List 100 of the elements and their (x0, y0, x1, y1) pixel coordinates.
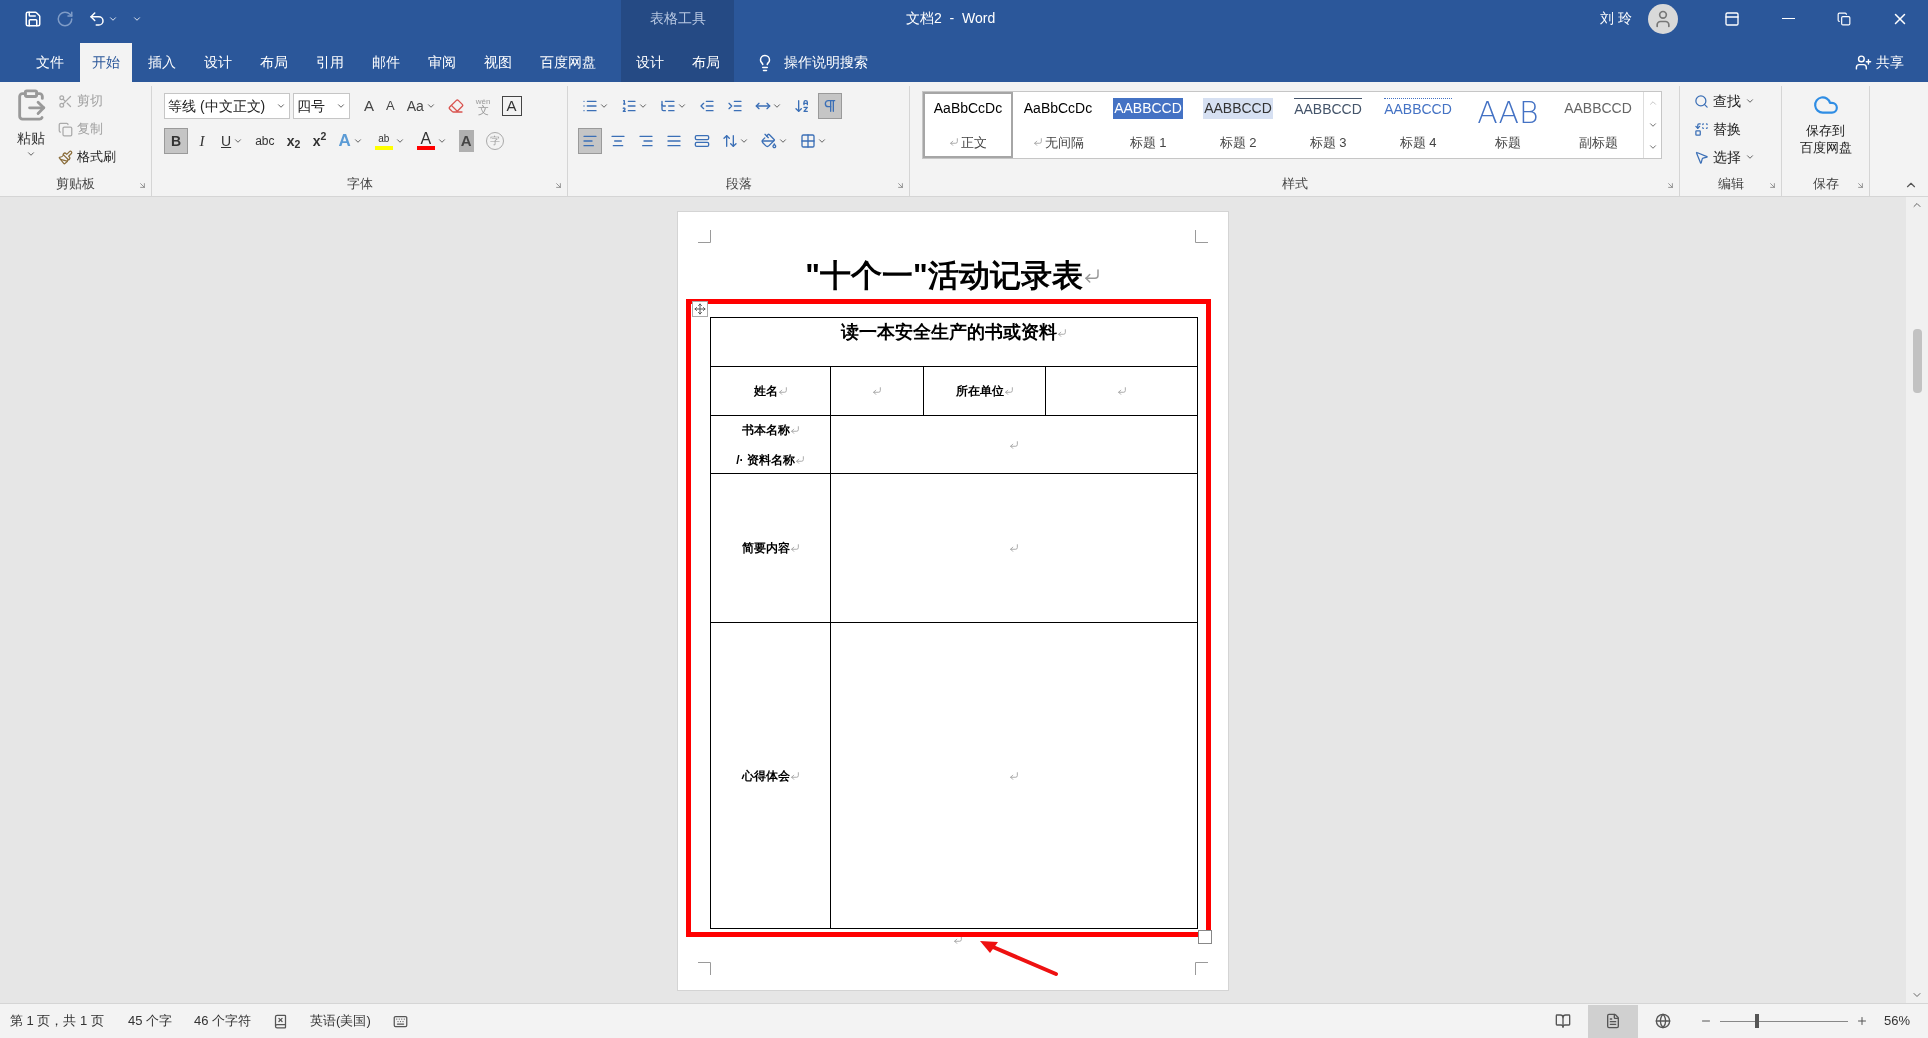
shrink-font-button[interactable]: A (381, 93, 400, 119)
ribbon-tab[interactable]: 视图 (472, 43, 524, 82)
page-count[interactable]: 第 1 页，共 1 页 (10, 1011, 104, 1031)
group-label: 段落 (725, 175, 752, 193)
grow-font-button[interactable]: A (359, 93, 379, 119)
paragraph-mark-icon (1116, 386, 1127, 396)
caret-icon (233, 136, 244, 146)
dialog-launcher-icon (1666, 181, 1675, 190)
style-gallery-item[interactable]: AaBbCcDc 正文 (923, 92, 1013, 158)
style-gallery-item[interactable]: AaBbCcDc 无间隔 (1013, 92, 1103, 158)
paragraph-mark-icon (789, 770, 800, 781)
ribbon-tab[interactable]: 开始 (80, 43, 132, 82)
font-color-button[interactable]: A (411, 128, 452, 154)
save-to-cloud-button[interactable]: 保存到 百度网盘 (1782, 86, 1869, 174)
paintbrush-icon (58, 149, 73, 165)
align-left-icon (582, 133, 598, 149)
page-icon (1604, 1013, 1621, 1029)
find-button[interactable]: 查找 (1694, 88, 1755, 114)
decrease-indent-icon (699, 98, 715, 114)
style-gallery-item[interactable]: AABBCCD 标题 2 (1193, 92, 1283, 158)
word-count[interactable]: 45 个字 (127, 1011, 172, 1031)
superscript-button[interactable]: x$^{2}$ (307, 128, 332, 154)
replace-button[interactable]: 替换 (1694, 116, 1755, 142)
dialog-launcher-icon (554, 181, 563, 190)
show-marks-button[interactable] (818, 93, 842, 119)
proofing-icon (273, 1013, 289, 1029)
scroll-up-icon (1647, 98, 1658, 108)
paragraph-mark-icon (789, 543, 800, 553)
dialog-launcher-icon (1856, 181, 1865, 190)
zoom-slider-thumb[interactable] (1755, 1014, 1760, 1028)
view-mode-button[interactable] (1587, 1004, 1638, 1038)
save-button[interactable] (24, 9, 42, 28)
scrollbar-thumb[interactable] (1912, 329, 1922, 393)
table-move-handle[interactable] (692, 301, 708, 317)
caret-icon (599, 101, 609, 111)
share-button[interactable]: 共享 (1855, 43, 1928, 82)
bullet-list-icon (582, 98, 598, 114)
character-count[interactable]: 46 个字符 (194, 1011, 252, 1031)
format-painter-button[interactable]: 格式刷 (58, 146, 116, 168)
style-gallery-item[interactable]: AAB 标题 (1463, 92, 1553, 158)
document-title: "十个一"活动记录表 (805, 257, 1083, 295)
select-button[interactable]: 选择 (1694, 144, 1755, 170)
align-center-icon (610, 133, 626, 149)
globe-icon (1654, 1013, 1671, 1029)
avatar-icon[interactable] (1648, 3, 1678, 34)
align-left-button[interactable] (578, 128, 602, 154)
crop-mark-icon (698, 962, 711, 975)
paragraph-mark-icon (872, 386, 882, 396)
highlight-button[interactable]: ab (369, 128, 410, 154)
ribbon-tab[interactable]: 引用 (304, 43, 356, 82)
group-label: 剪贴板 (56, 175, 95, 193)
minimize-icon (1781, 18, 1795, 19)
caret-icon (425, 101, 436, 111)
zoom-level[interactable]: 56% (1883, 1011, 1910, 1031)
ribbon-tab[interactable]: 插入 (136, 43, 188, 82)
person-add-icon (1855, 54, 1872, 71)
caret-icon (638, 101, 648, 111)
pointer-icon (1694, 149, 1709, 165)
ribbon-tab[interactable]: 布局 (248, 43, 300, 82)
table-cell-text: 书本名称 (741, 421, 790, 439)
dialog-launcher-icon (1768, 181, 1777, 190)
character-border-button[interactable]: A (501, 96, 522, 116)
ribbon-tab[interactable]: 百度网盘 (528, 43, 608, 82)
change-case-button[interactable]: Aa (401, 93, 441, 119)
italic-button[interactable]: I (190, 128, 214, 154)
caret-icon (1745, 152, 1755, 162)
save-icon (24, 9, 42, 28)
table-cell-text: 姓名 (753, 383, 778, 400)
paste-button[interactable]: 粘贴 (14, 88, 48, 174)
font-name-dropdown[interactable]: 等线 (中文正文) (164, 93, 290, 119)
underline-button[interactable]: U (216, 128, 249, 154)
style-gallery-item[interactable]: AABBCCD 副标题 (1553, 92, 1643, 158)
subscript-button[interactable]: x$_{2}$ (281, 128, 306, 154)
ribbon-tab[interactable]: 文件 (24, 43, 76, 82)
ribbon-tab[interactable]: 审阅 (416, 43, 468, 82)
increase-indent-icon (727, 98, 743, 114)
font-size-dropdown[interactable]: 四号 (293, 93, 350, 119)
window-title: 文档2 - Word (906, 9, 996, 28)
contextual-group-label: 表格工具 (649, 9, 706, 28)
restore-icon (1837, 11, 1851, 26)
style-gallery-item[interactable]: AABBCCD 标题 1 (1103, 92, 1193, 158)
table-cell-text: 心得体会 (741, 767, 790, 785)
table-resize-handle[interactable] (1198, 930, 1212, 944)
style-gallery-item[interactable]: AABBCCD 标题 4 (1373, 92, 1463, 158)
language-status[interactable]: 英语(美国) (310, 1011, 371, 1031)
paragraph-mark-icon (777, 386, 788, 396)
undo-button[interactable] (88, 9, 118, 28)
paragraph-mark-icon (789, 424, 800, 435)
ribbon-tab[interactable]: 邮件 (360, 43, 412, 82)
paragraph-mark-icon (794, 454, 805, 465)
ribbon-tab[interactable]: 设计 (192, 43, 244, 82)
tell-me-search[interactable]: 操作说明搜索 (784, 52, 868, 73)
crop-mark-icon (698, 230, 711, 243)
line-spacing-icon (722, 133, 738, 149)
style-gallery-item[interactable]: AABBCCD 标题 3 (1283, 92, 1373, 158)
vertical-scrollbar[interactable] (1906, 197, 1928, 1003)
bold-button[interactable]: B (164, 128, 188, 154)
zoom-slider[interactable] (1719, 1014, 1848, 1028)
strikethrough-button[interactable]: abc (250, 128, 280, 154)
search-icon (1694, 93, 1709, 109)
